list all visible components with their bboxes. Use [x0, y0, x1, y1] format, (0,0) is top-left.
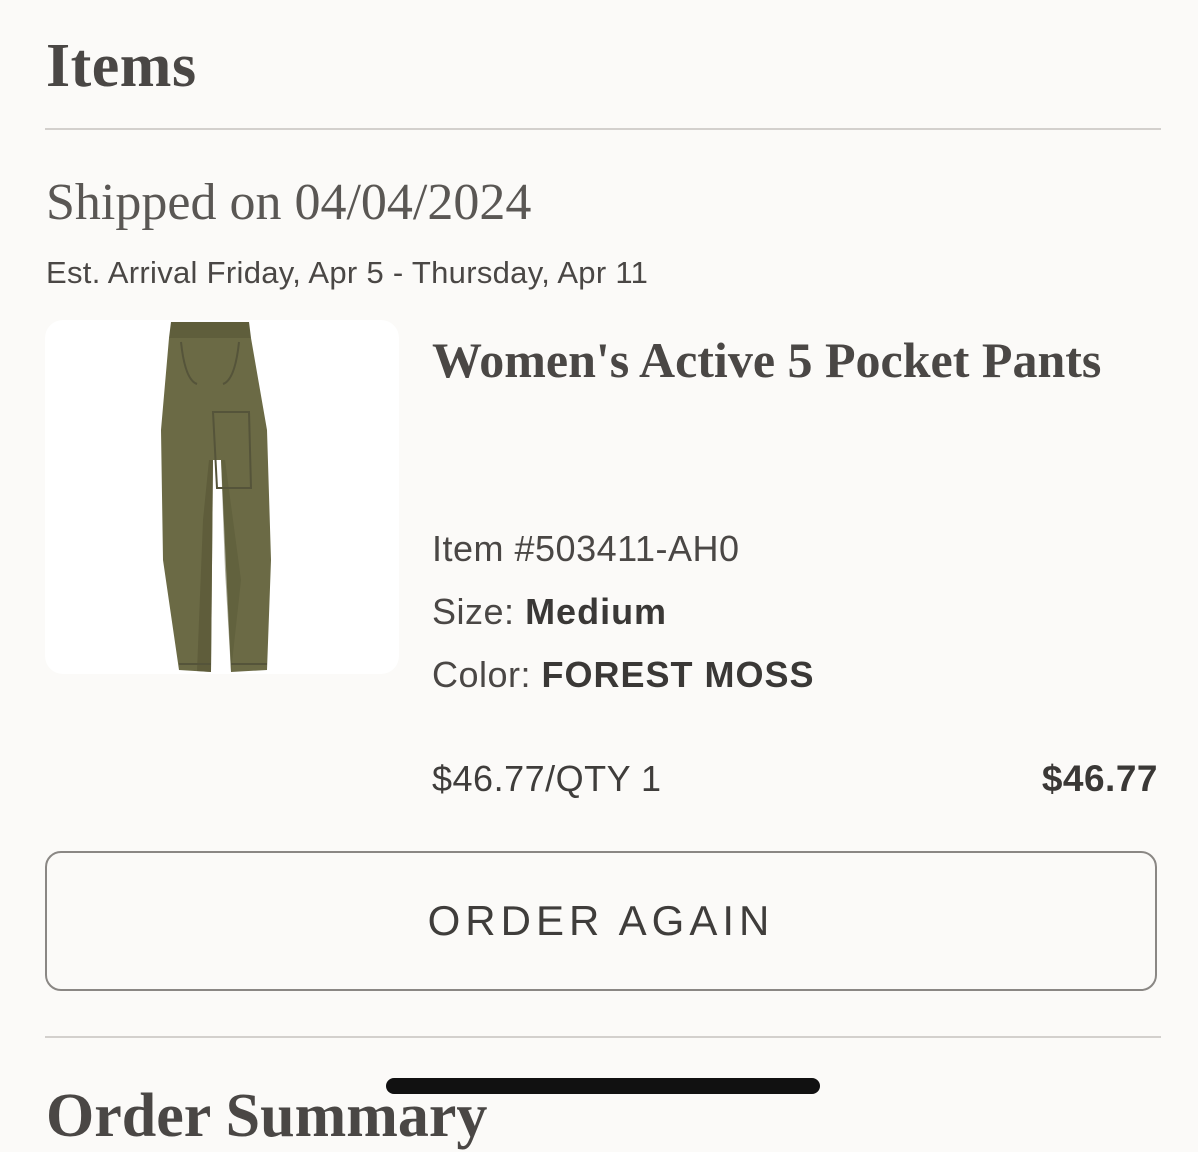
product-title[interactable]: Women's Active 5 Pocket Pants [432, 320, 1152, 400]
order-again-button[interactable]: ORDER AGAIN [45, 851, 1157, 991]
size-line: Size: Medium [432, 590, 667, 634]
size-label: Size: [432, 591, 515, 632]
items-heading: Items [46, 32, 197, 100]
shipped-date: Shipped on 04/04/2024 [46, 174, 532, 231]
color-line: Color: FOREST MOSS [432, 653, 815, 697]
product-image[interactable] [45, 320, 399, 674]
color-value: FOREST MOSS [541, 654, 815, 695]
color-label: Color: [432, 654, 532, 695]
section-divider [45, 1036, 1161, 1038]
unit-price-qty: $46.77/QTY 1 [432, 758, 662, 799]
pants-image-icon [161, 322, 271, 672]
line-total: $46.77 [1041, 758, 1158, 799]
section-divider [45, 128, 1161, 130]
estimated-arrival: Est. Arrival Friday, Apr 5 - Thursday, A… [46, 255, 649, 290]
item-number: Item #503411-AH0 [432, 528, 740, 569]
home-indicator[interactable] [386, 1078, 820, 1094]
size-value: Medium [525, 591, 668, 632]
